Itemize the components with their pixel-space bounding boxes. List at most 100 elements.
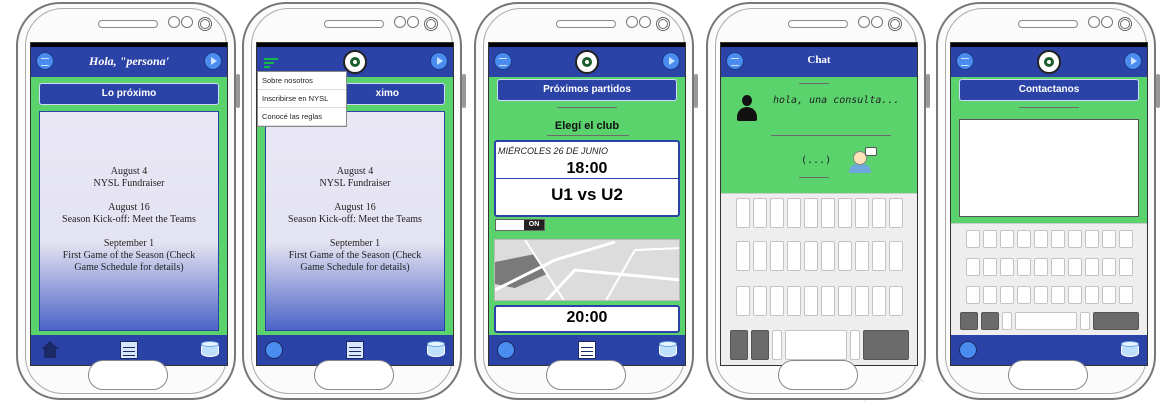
match-card[interactable]: MIÉRCOLES 26 DE JUNIO 18:00 U1 vs U2 [494, 140, 680, 217]
event-item: September 1 First Game of the Season (Che… [288, 238, 422, 273]
sensor-icon [858, 16, 870, 28]
keyboard-row [723, 241, 915, 271]
arrow-right-circle-icon[interactable] [430, 52, 448, 70]
divider [799, 83, 829, 84]
divider [1019, 107, 1079, 108]
person-icon [737, 95, 757, 121]
screen-chat: Chat hola, una consulta... (...) [720, 42, 918, 366]
typing-indicator: (...) [801, 155, 832, 166]
calendar-icon[interactable] [120, 341, 138, 359]
sensor-icon [626, 16, 638, 28]
camera-icon [888, 17, 902, 31]
match-time-2[interactable]: 20:00 [494, 305, 680, 333]
camera-icon [424, 17, 438, 31]
divider [547, 135, 629, 136]
match-date: MIÉRCOLES 26 DE JUNIO [498, 146, 609, 156]
map-view[interactable] [494, 239, 680, 301]
event-item: September 1 First Game of the Season (Che… [62, 238, 196, 273]
club-select-label[interactable]: Elegí el club [489, 120, 685, 132]
arrow-right-circle-icon[interactable] [204, 52, 222, 70]
home-icon[interactable] [41, 341, 59, 358]
chat-message: hola, una consulta... [773, 95, 900, 106]
menu-item-about[interactable]: Sobre nosotros [258, 72, 346, 90]
keyboard-row [953, 258, 1145, 276]
events-panel: August 4 NYSL Fundraiser August 16 Season … [39, 111, 219, 331]
camera-icon [656, 17, 670, 31]
screen-home: Hola, "persona' Lo próximo August 4 NYSL … [30, 42, 228, 366]
soccer-ball-logo-icon [575, 50, 599, 74]
sensor-icon [871, 16, 883, 28]
event-item: August 16 Season Kick-off: Meet the Teams [288, 202, 422, 225]
screen-matches: Próximos partidos Elegí el club MIÉRCOLE… [488, 42, 686, 366]
onscreen-keyboard[interactable] [721, 193, 917, 365]
upcoming-button[interactable]: Lo próximo [39, 83, 219, 105]
phone-frame-home: Hola, "persona' Lo próximo August 4 NYSL … [16, 2, 240, 400]
greeting-title: Hola, "persona' [88, 54, 169, 68]
app-header: Hola, "persona' [31, 47, 227, 77]
divider [771, 135, 891, 136]
divider [799, 177, 829, 178]
onscreen-keyboard[interactable] [951, 223, 1147, 336]
app-header [951, 47, 1147, 77]
phone-frame-menu: Sobre nosotros Inscribirse en NYSL Conoc… [242, 2, 466, 400]
menu-item-register[interactable]: Inscribirse en NYSL [258, 90, 346, 108]
event-item: August 16 Season Kick-off: Meet the Teams [62, 202, 196, 225]
arrow-right-circle-icon[interactable] [1124, 52, 1142, 70]
chat-title: Chat [807, 54, 831, 66]
upcoming-matches-button[interactable]: Próximos partidos [497, 79, 677, 101]
match-time: 18:00 [566, 160, 608, 177]
menu-item-rules[interactable]: Conocé las reglas [258, 108, 346, 126]
sensor-icon [394, 16, 406, 28]
keyboard-row [723, 198, 915, 228]
camera-icon [198, 17, 212, 31]
sensor-icon [1088, 16, 1100, 28]
screen-menu: Sobre nosotros Inscribirse en NYSL Conoc… [256, 42, 454, 366]
avatar-icon[interactable] [497, 341, 515, 359]
sensor-icon [639, 16, 651, 28]
calendar-icon[interactable] [578, 341, 596, 359]
screen-contact: Contactanos [950, 42, 1148, 366]
keyboard-row [723, 286, 915, 316]
home-hardware-button[interactable] [1008, 360, 1088, 390]
phone-frame-contact: Contactanos [936, 2, 1160, 400]
database-icon[interactable] [427, 341, 445, 359]
sensor-icon [181, 16, 193, 28]
event-item: August 4 NYSL Fundraiser [93, 166, 165, 189]
app-header [489, 47, 685, 77]
home-hardware-button[interactable] [546, 360, 626, 390]
camera-icon [1118, 17, 1132, 31]
keyboard-row [953, 286, 1145, 304]
toggle-label: ON [524, 220, 544, 230]
contact-button[interactable]: Contactanos [959, 79, 1139, 101]
contact-message-field[interactable] [959, 119, 1139, 217]
database-icon[interactable] [1121, 341, 1139, 359]
sensor-icon [407, 16, 419, 28]
soccer-ball-logo-icon [1037, 50, 1061, 74]
menu-circle-icon[interactable] [494, 52, 512, 70]
database-icon[interactable] [201, 341, 219, 359]
home-hardware-button[interactable] [88, 360, 168, 390]
sensor-icon [168, 16, 180, 28]
home-hardware-button[interactable] [778, 360, 858, 390]
keyboard-row [723, 330, 915, 360]
arrow-right-circle-icon[interactable] [662, 52, 680, 70]
avatar-icon[interactable] [959, 341, 977, 359]
map-roads [495, 240, 679, 300]
calendar-icon[interactable] [346, 341, 364, 359]
toggle-switch[interactable]: ON [495, 219, 545, 231]
speaker [98, 20, 158, 28]
sensor-icon [1101, 16, 1113, 28]
events-panel: August 4 NYSL Fundraiser August 16 Season … [265, 111, 445, 331]
hamburger-menu-icon[interactable] [264, 58, 278, 68]
app-header: Chat [721, 47, 917, 77]
speaker [788, 20, 848, 28]
match-teams: U1 vs U2 [551, 185, 623, 204]
home-hardware-button[interactable] [314, 360, 394, 390]
speaker [1018, 20, 1078, 28]
menu-circle-icon[interactable] [956, 52, 974, 70]
support-agent-icon [849, 147, 877, 173]
speaker [324, 20, 384, 28]
divider [496, 178, 678, 179]
avatar-icon[interactable] [265, 341, 283, 359]
database-icon[interactable] [659, 341, 677, 359]
